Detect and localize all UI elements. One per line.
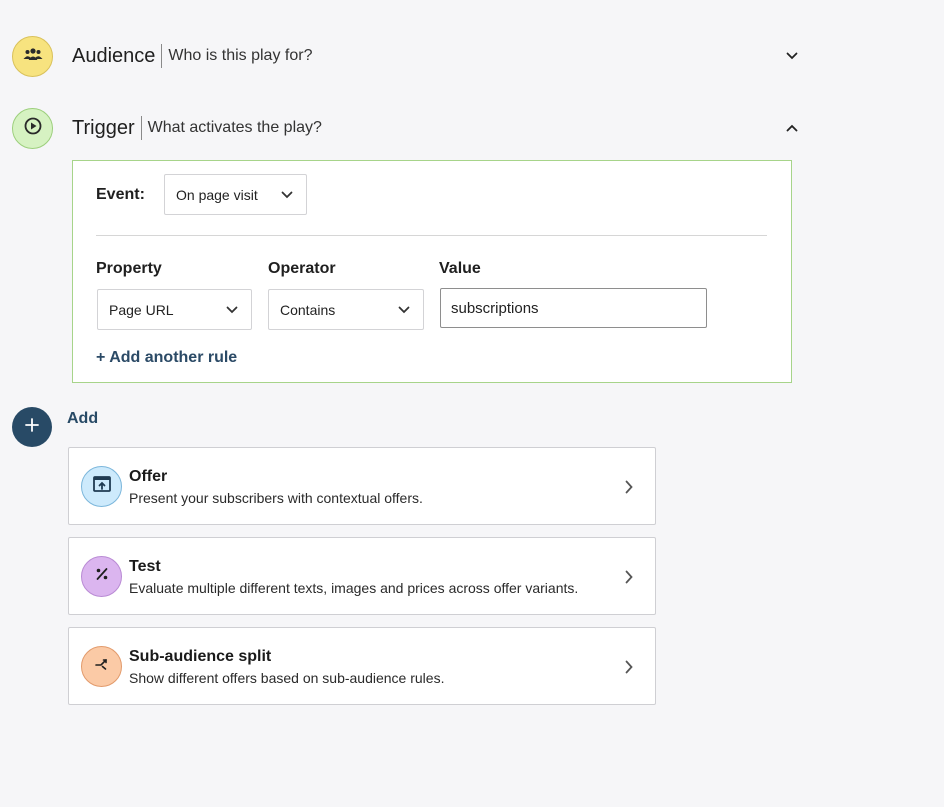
people-group-icon (23, 47, 43, 66)
add-button[interactable] (12, 407, 52, 447)
split-arrows-icon (94, 656, 110, 677)
operator-label: Operator (268, 260, 336, 277)
offer-card[interactable]: Offer Present your subscribers with cont… (68, 447, 656, 525)
sub-audience-card-title: Sub-audience split (129, 648, 272, 665)
offer-window-icon (92, 474, 112, 499)
sub-audience-card-description: Show different offers based on sub-audie… (129, 670, 445, 686)
test-icon-circle (81, 556, 122, 597)
offer-card-description: Present your subscribers with contextual… (129, 490, 423, 506)
property-select[interactable]: Page URL (97, 289, 252, 330)
offer-icon-circle (81, 466, 122, 507)
chevron-right-icon (621, 658, 637, 676)
trigger-icon-circle (12, 107, 53, 149)
event-select-value: On page visit (176, 186, 258, 203)
operator-select[interactable]: Contains (268, 289, 424, 330)
divider (96, 235, 767, 236)
operator-select-value: Contains (280, 301, 336, 318)
test-card[interactable]: Test Evaluate multiple different texts, … (68, 537, 656, 615)
percent-icon (94, 566, 110, 587)
chevron-up-icon[interactable] (782, 118, 802, 138)
chevron-down-icon (280, 188, 294, 202)
property-select-value: Page URL (109, 301, 174, 318)
audience-icon-circle (12, 35, 53, 77)
test-card-title: Test (129, 558, 161, 575)
audience-title: Audience (72, 44, 163, 68)
property-label: Property (96, 260, 162, 277)
trigger-title: Trigger (72, 116, 142, 140)
trigger-panel: Event: On page visit Property Operator V… (72, 160, 792, 383)
trigger-subtitle: What activates the play? (147, 119, 322, 136)
play-circle-icon (23, 116, 43, 141)
test-card-description: Evaluate multiple different texts, image… (129, 580, 579, 596)
audience-step-header[interactable]: Audience Who is this play for? (12, 35, 802, 77)
split-icon-circle (81, 646, 122, 687)
offer-card-title: Offer (129, 468, 168, 485)
event-select[interactable]: On page visit (164, 174, 307, 215)
plus-icon (24, 417, 40, 438)
trigger-step-header[interactable]: Trigger What activates the play? (12, 107, 802, 149)
event-label: Event: (96, 186, 145, 203)
value-label: Value (439, 260, 481, 277)
value-input[interactable] (440, 288, 707, 328)
sub-audience-split-card[interactable]: Sub-audience split Show different offers… (68, 627, 656, 705)
chevron-down-icon[interactable] (782, 46, 802, 66)
add-another-rule-link[interactable]: + Add another rule (96, 349, 237, 367)
chevron-down-icon (225, 303, 239, 317)
chevron-right-icon (621, 568, 637, 586)
chevron-down-icon (397, 303, 411, 317)
audience-subtitle: Who is this play for? (168, 47, 313, 64)
chevron-right-icon (621, 478, 637, 496)
add-label: Add (67, 410, 99, 427)
